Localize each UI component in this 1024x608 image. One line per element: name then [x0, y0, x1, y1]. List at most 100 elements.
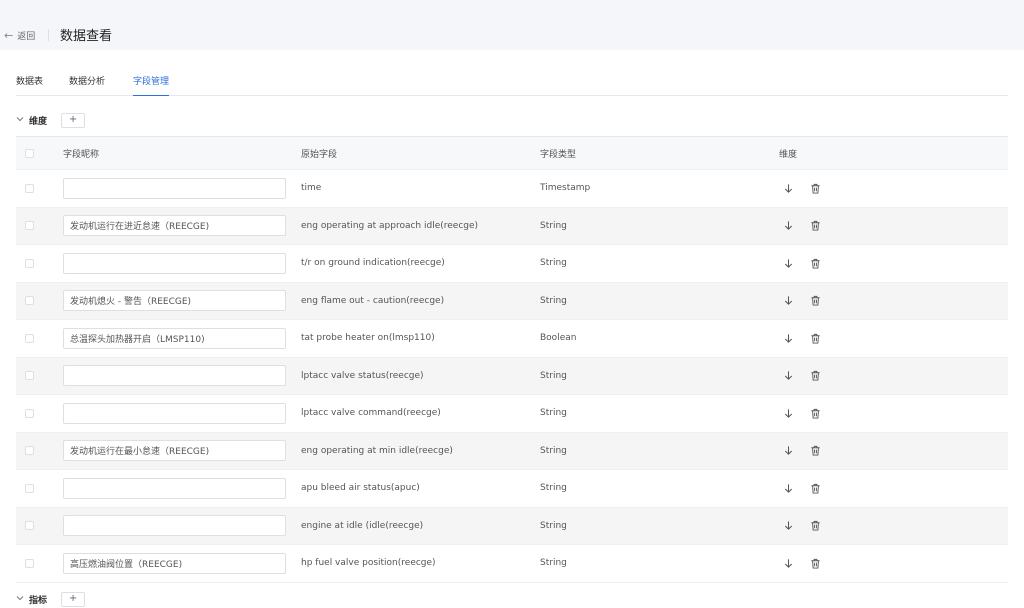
field-alias-input[interactable] — [63, 327, 286, 349]
trash-icon[interactable] — [808, 181, 822, 195]
row-checkbox[interactable] — [25, 483, 34, 493]
dimension-actions — [781, 208, 822, 245]
table-row: lptacc valve status(reecge) String — [16, 357, 1008, 395]
down-arrow-icon[interactable] — [781, 294, 795, 308]
chevron-down-icon[interactable] — [16, 115, 26, 125]
alias-cell — [63, 208, 286, 245]
table-row: t/r on ground indication(reecge) String — [16, 245, 1008, 283]
row-checkbox-cell — [25, 395, 34, 432]
down-arrow-icon[interactable] — [781, 219, 795, 233]
field-alias-input[interactable] — [63, 477, 286, 499]
row-checkbox-cell — [25, 545, 34, 582]
dimension-actions — [781, 170, 822, 207]
dimension-actions — [781, 433, 822, 470]
trash-icon[interactable] — [808, 294, 822, 308]
select-all-checkbox[interactable] — [25, 148, 34, 158]
field-alias-input[interactable] — [63, 177, 286, 199]
row-checkbox[interactable] — [25, 408, 34, 418]
trash-icon[interactable] — [808, 406, 822, 420]
table-row: time Timestamp — [16, 170, 1008, 208]
field-alias-input[interactable] — [63, 440, 286, 462]
down-arrow-icon[interactable] — [781, 444, 795, 458]
row-checkbox[interactable] — [25, 183, 34, 193]
row-checkbox[interactable] — [25, 521, 34, 531]
alias-cell — [63, 508, 286, 545]
back-button[interactable]: ← 返回 — [4, 28, 35, 42]
row-checkbox[interactable] — [25, 371, 34, 381]
field-alias-input[interactable] — [63, 515, 286, 537]
raw-field-cell: tat probe heater on(lmsp110) — [301, 333, 435, 344]
trash-icon[interactable] — [808, 256, 822, 270]
dimension-actions — [781, 470, 822, 507]
dimension-actions — [781, 320, 822, 357]
field-table: 字段昵称 原始字段 字段类型 维度 time Timestamp eng opera… — [16, 136, 1008, 583]
trash-icon[interactable] — [808, 219, 822, 233]
alias-cell — [63, 245, 286, 282]
tab-bar: 数据表 数据分析 字段管理 — [16, 72, 1008, 96]
left-arrow-icon: ← — [4, 28, 14, 42]
field-alias-input[interactable] — [63, 252, 286, 274]
row-checkbox[interactable] — [25, 446, 34, 456]
down-arrow-icon[interactable] — [781, 331, 795, 345]
table-row: engine at idle (idle(reecge) String — [16, 507, 1008, 545]
field-alias-input[interactable] — [63, 552, 286, 574]
row-checkbox-cell — [25, 320, 34, 357]
field-alias-input[interactable] — [63, 290, 286, 312]
dimension-section-label: 维度 — [29, 116, 48, 127]
field-type-cell: String — [540, 520, 567, 531]
table-header: 字段昵称 原始字段 字段类型 维度 — [16, 137, 1008, 170]
trash-icon[interactable] — [808, 556, 822, 570]
row-checkbox[interactable] — [25, 558, 34, 568]
tab-data-analysis[interactable]: 数据分析 — [69, 74, 105, 96]
down-arrow-icon[interactable] — [781, 256, 795, 270]
field-type-cell: Timestamp — [540, 183, 591, 194]
divider — [48, 29, 49, 41]
row-checkbox[interactable] — [25, 333, 34, 343]
add-dimension-button[interactable]: + — [61, 112, 86, 128]
top-bar: ← 返回 数据查看 — [0, 0, 1024, 50]
add-metric-button[interactable]: + — [61, 591, 86, 607]
down-arrow-icon[interactable] — [781, 406, 795, 420]
metric-section-header: 指标 + — [16, 590, 86, 608]
field-alias-input[interactable] — [63, 365, 286, 387]
raw-field-cell: engine at idle (idle(reecge) — [301, 520, 424, 531]
down-arrow-icon[interactable] — [781, 181, 795, 195]
tab-data-table[interactable]: 数据表 — [16, 74, 43, 96]
alias-cell — [63, 320, 286, 357]
tab-field-management[interactable]: 字段管理 — [133, 74, 170, 96]
field-type-cell: String — [540, 258, 567, 269]
trash-icon[interactable] — [808, 481, 822, 495]
field-alias-input[interactable] — [63, 402, 286, 424]
dimension-actions — [781, 245, 822, 282]
dimension-actions — [781, 283, 822, 320]
row-checkbox[interactable] — [25, 258, 34, 268]
row-checkbox[interactable] — [25, 296, 34, 306]
alias-cell — [63, 545, 286, 582]
row-checkbox-cell — [25, 358, 34, 395]
row-checkbox[interactable] — [25, 221, 34, 231]
field-type-cell: String — [540, 445, 567, 456]
trash-icon[interactable] — [808, 369, 822, 383]
field-alias-input[interactable] — [63, 215, 286, 237]
alias-cell — [63, 283, 286, 320]
table-row: hp fuel valve position(reecge) String — [16, 545, 1008, 583]
raw-field-cell: eng operating at min idle(reecge) — [301, 445, 453, 456]
raw-field-cell: t/r on ground indication(reecge) — [301, 258, 445, 269]
down-arrow-icon[interactable] — [781, 556, 795, 570]
dimension-actions — [781, 545, 822, 582]
field-type-cell: String — [540, 295, 567, 306]
chevron-down-icon[interactable] — [16, 594, 26, 604]
alias-cell — [63, 170, 286, 207]
main-panel: 数据表 数据分析 字段管理 维度 + 字段昵称 原始字段 字段类型 维度 tim… — [0, 50, 1024, 608]
dimension-actions — [781, 508, 822, 545]
trash-icon[interactable] — [808, 331, 822, 345]
table-row: eng flame out - caution(reecge) String — [16, 282, 1008, 320]
trash-icon[interactable] — [808, 519, 822, 533]
down-arrow-icon[interactable] — [781, 519, 795, 533]
down-arrow-icon[interactable] — [781, 369, 795, 383]
dimension-actions — [781, 358, 822, 395]
trash-icon[interactable] — [808, 444, 822, 458]
metric-section-label: 指标 — [29, 595, 48, 606]
alias-cell — [63, 433, 286, 470]
down-arrow-icon[interactable] — [781, 481, 795, 495]
